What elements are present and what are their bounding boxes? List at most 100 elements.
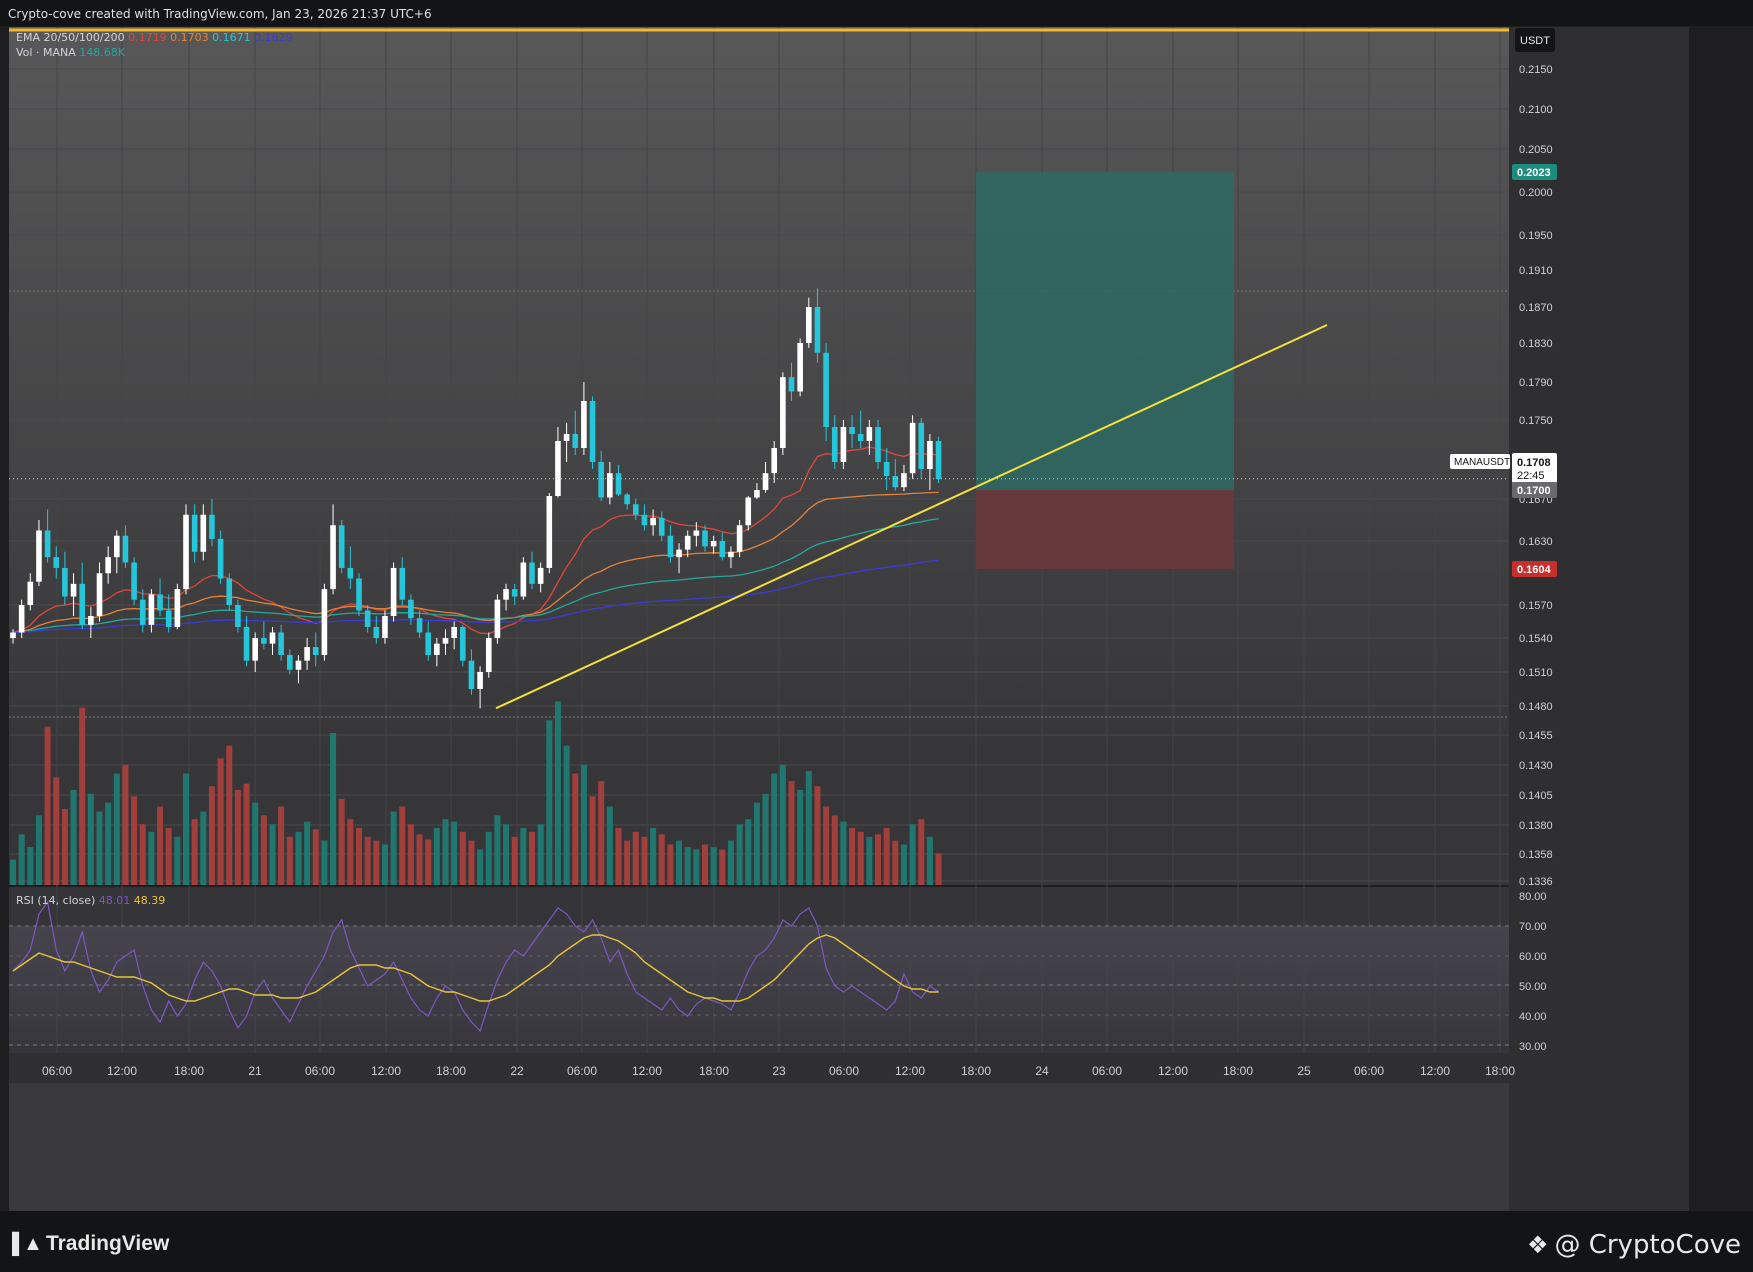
price-scale-bg [1509,27,1689,1211]
candle-body [581,401,587,448]
candle-body [165,610,172,627]
candle-body [209,514,215,539]
currency-tag: USDT [1520,35,1550,47]
price-tick: 0.1830 [1519,338,1553,350]
time-tick: 18:00 [1223,1064,1253,1078]
volume-bar [494,815,501,885]
time-tick: 12:00 [895,1064,925,1078]
volume-bar [243,783,250,885]
time-tick: 06:00 [1092,1064,1122,1078]
volume-bar [606,806,613,885]
volume-bar [926,836,933,885]
volume-bar [598,781,605,885]
volume-bar [79,707,86,885]
candle-body [537,567,544,584]
candle-body [105,557,111,574]
candle-body [857,434,864,441]
price-tick: 0.1455 [1519,730,1553,742]
position-zones [976,172,1234,569]
volume-legend[interactable]: Vol · MANA 148.68K [16,46,125,59]
volume-bar [70,790,77,885]
candle-body [477,672,483,689]
candle-body [935,441,942,479]
candle-body [347,567,354,579]
attribution-text: Crypto-cove created with TradingView.com… [8,7,432,21]
candle-body [780,377,786,448]
rsi-legend[interactable]: RSI (14, close) 48.01 48.39 [16,894,165,907]
price-tick: 0.1380 [1519,820,1553,832]
candle-body [442,638,449,644]
time-tick: 24 [1035,1064,1049,1078]
candle-body [390,567,397,616]
volume-bar [477,849,484,885]
candle-body [451,627,457,638]
candle-body [572,434,579,448]
candle-body [494,599,501,638]
candle-body [44,530,51,558]
candle-body [338,525,345,568]
volume-bar [580,764,587,885]
rsi-label: RSI (14, close) [16,894,96,907]
candle-body [892,476,899,488]
volume-bar [356,828,362,885]
candle-body [399,567,406,600]
candle-body [849,427,855,434]
candle-body [745,497,752,526]
candle-body [563,434,570,441]
price-tick: 0.1870 [1519,302,1553,314]
candle-body [122,535,129,563]
candle-body [217,538,224,579]
volume-bar [702,844,708,885]
candle-body [70,583,77,597]
countdown-tag: 22:45 [1517,470,1545,482]
candle-body [555,441,561,496]
candle-body [754,490,760,498]
candle-body [27,581,34,605]
candle-body [520,562,527,597]
time-tick: 06:00 [829,1064,859,1078]
time-tick: 18:00 [699,1064,729,1078]
candle-body [174,589,181,627]
volume-bar [658,834,665,885]
candle-body [96,573,103,616]
volume-bar [87,793,94,885]
rsi-tick: 40.00 [1519,1011,1547,1023]
candle-body [684,535,691,550]
candle-body [546,496,553,568]
candle-body [901,473,907,488]
time-tick: 12:00 [371,1064,401,1078]
rsi-tick: 60.00 [1519,951,1547,963]
candle-body [269,632,276,644]
candle-body [866,427,873,441]
volume-bar [918,819,925,885]
volume-bar [771,773,778,885]
candle-body [667,535,674,558]
price-tick: 0.1570 [1519,600,1553,612]
candle-body [719,541,726,558]
volume-bar [61,809,68,885]
price-pane-bg [9,27,1509,885]
volume-bar [27,847,34,885]
candle-body [728,551,734,558]
chart-area[interactable]: 0.2150 0.2100 0.2050 0.2000 0.1950 0.1910 0.18… [9,27,1689,1211]
volume-bar [857,831,864,885]
chart-svg[interactable]: 0.2150 0.2100 0.2050 0.2000 0.1950 0.1910 0.18… [9,27,1689,1211]
candle-body [771,448,777,474]
volume-bar [157,806,164,885]
candle-body [814,307,821,353]
tradingview-logo[interactable]: ▌▲ TradingView [12,1232,169,1256]
volume-bar [364,836,371,885]
volume-bar [589,796,596,885]
volume-bar [511,836,518,885]
volume-bar [866,836,873,885]
candle-body [416,618,423,633]
candle-body [226,578,233,605]
ema-legend[interactable]: EMA 20/50/100/200 0.1719 0.1703 0.1671 0… [16,31,293,44]
candle-body [321,589,328,655]
candle-body [79,583,85,625]
candle-body [157,594,163,611]
price-tick: 0.1790 [1519,377,1553,389]
candle-body [295,660,302,670]
price-tick: 0.1750 [1519,415,1553,427]
volume-bar [234,790,241,885]
